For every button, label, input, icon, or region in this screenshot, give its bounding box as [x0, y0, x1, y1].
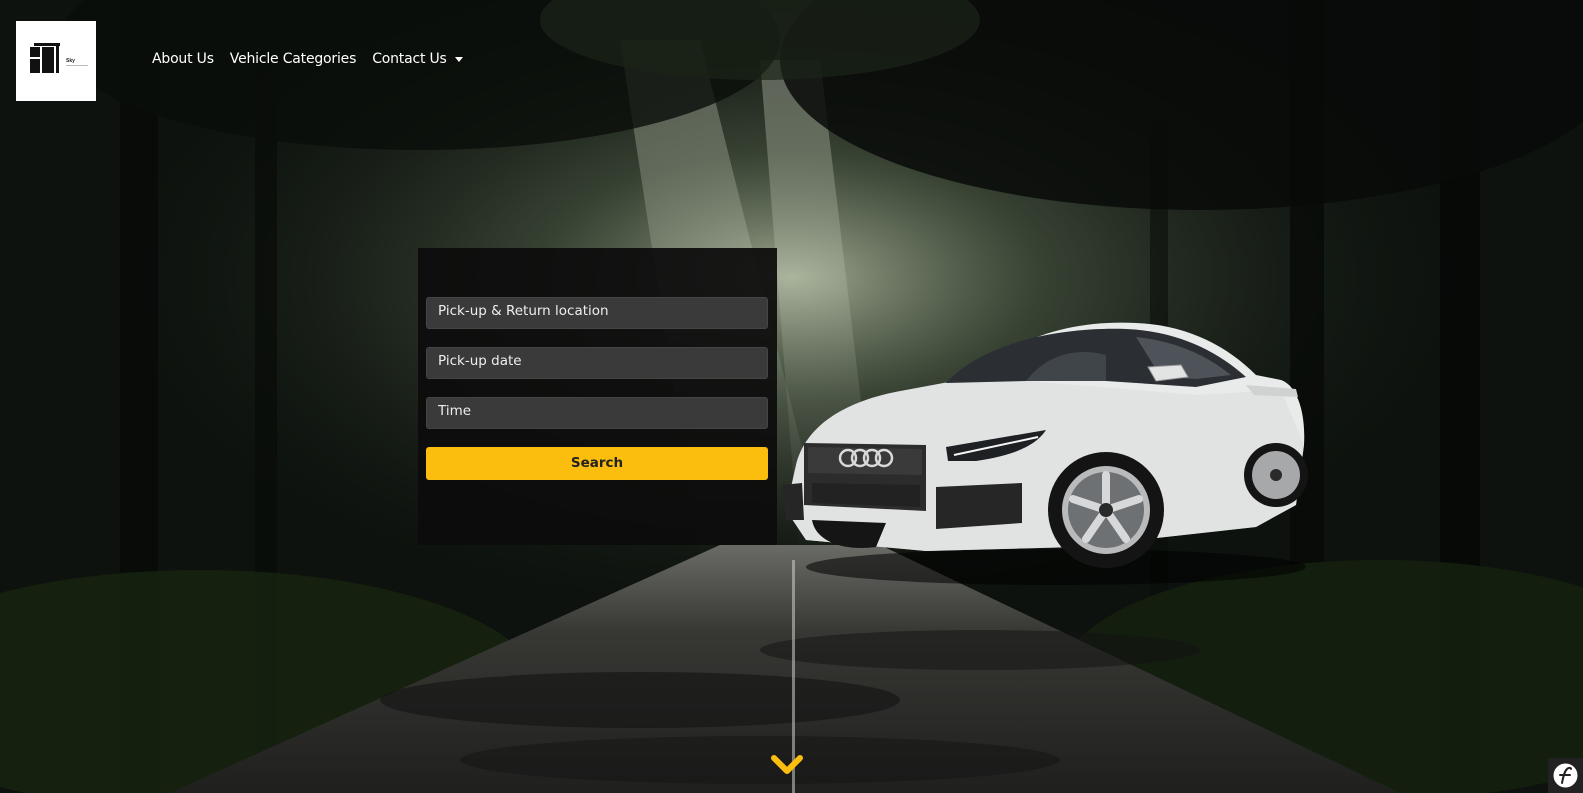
nav-vehicle-categories[interactable]: Vehicle Categories: [230, 51, 357, 67]
chevron-down-icon[interactable]: [771, 755, 803, 777]
pickup-date-input[interactable]: Pick-up date: [426, 347, 768, 379]
nav-about-us[interactable]: About Us: [152, 51, 214, 67]
search-button[interactable]: Search: [426, 447, 768, 480]
brand-name: Sky: [66, 58, 75, 64]
brand-underline: [66, 65, 88, 66]
booking-form: Pick-up & Return location Pick-up date T…: [418, 248, 777, 545]
caret-down-icon: [454, 57, 463, 62]
main-nav: About Us Vehicle Categories Contact Us: [152, 51, 479, 67]
nav-contact-us[interactable]: Contact Us: [372, 51, 463, 67]
car-image: [782, 322, 1308, 585]
symfony-toolbar-toggle[interactable]: [1548, 758, 1583, 793]
symfony-icon: [1553, 763, 1578, 788]
brand-logo[interactable]: Sky: [16, 21, 96, 101]
brand-logo-icon: [30, 43, 60, 73]
nav-contact-us-label: Contact Us: [372, 51, 447, 67]
pickup-time-input[interactable]: Time: [426, 397, 768, 429]
pickup-location-input[interactable]: Pick-up & Return location: [426, 297, 768, 329]
page: Sky About Us Vehicle Categories Contact …: [0, 0, 1583, 793]
